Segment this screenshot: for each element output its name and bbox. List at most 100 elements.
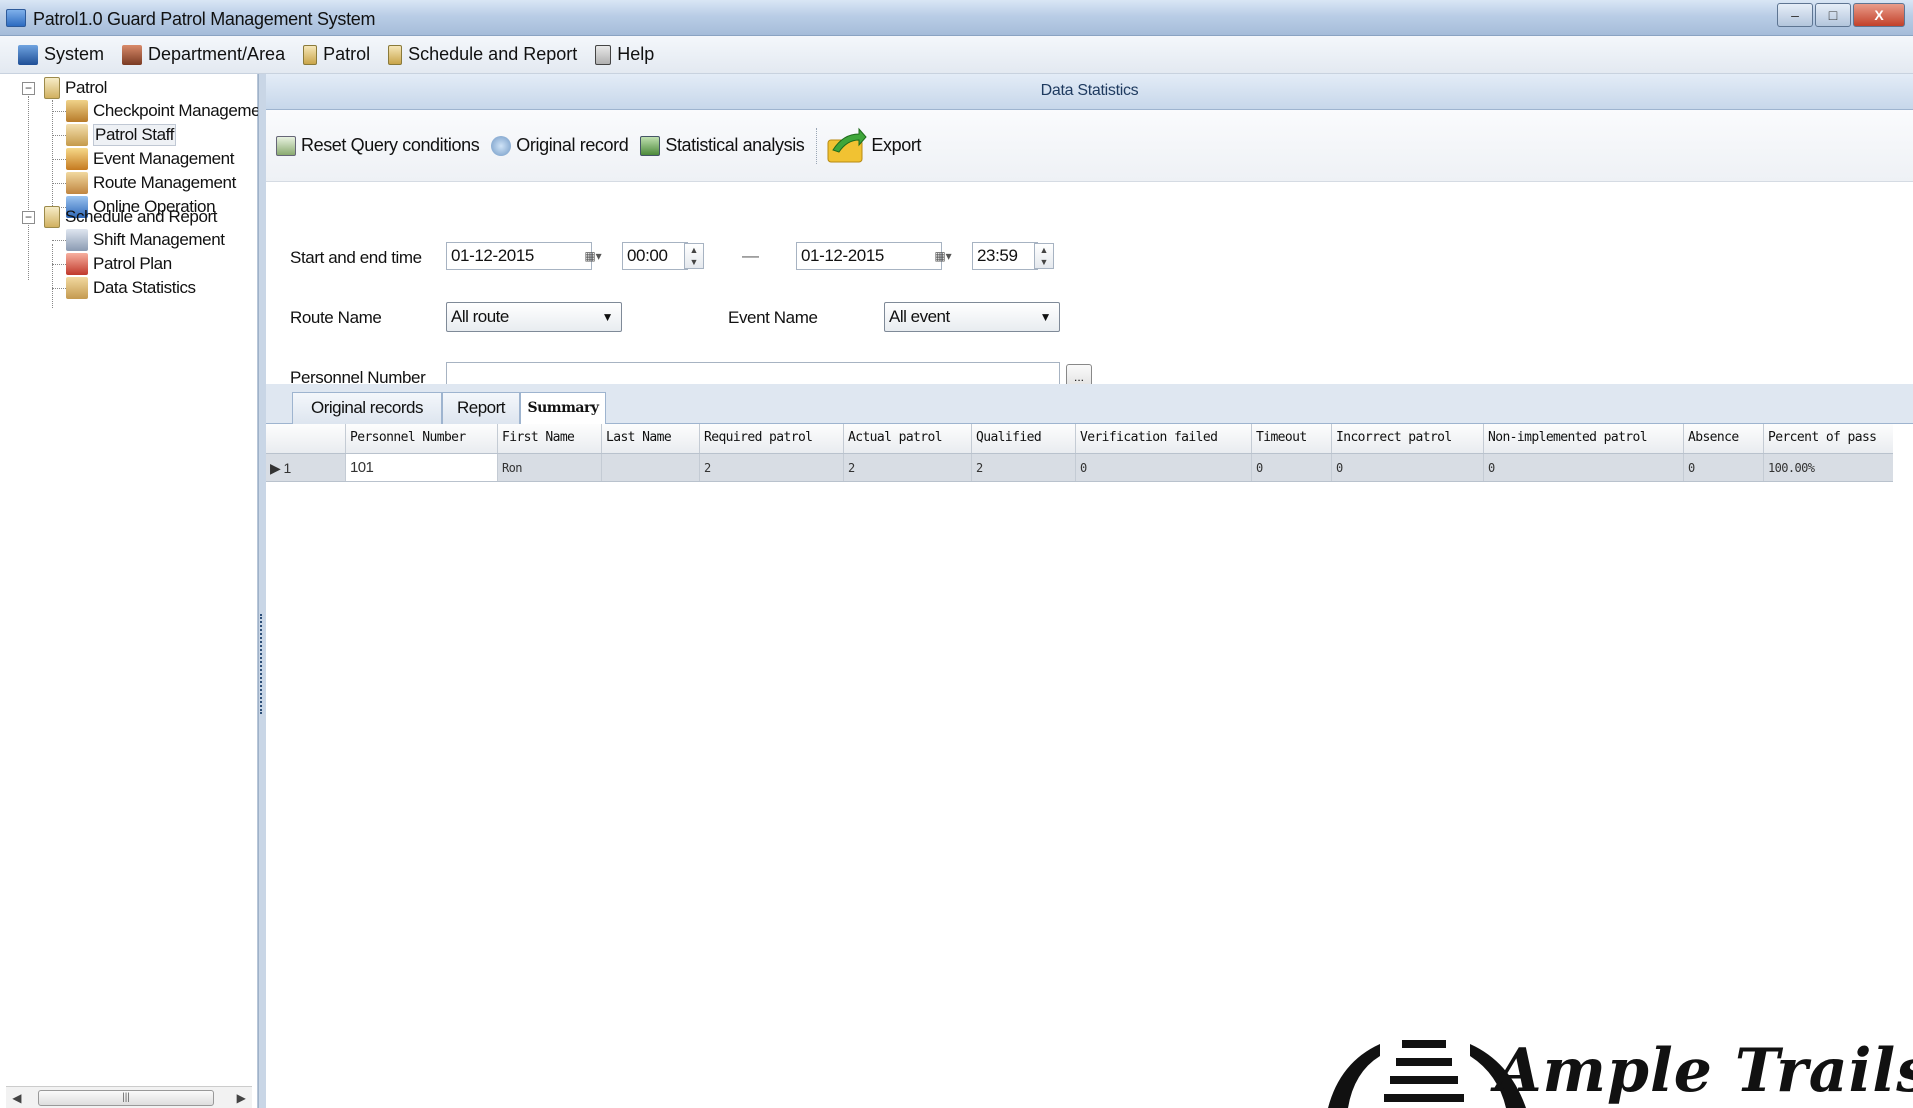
window-title: Patrol1.0 Guard Patrol Management System bbox=[33, 9, 376, 29]
tree-node-patrol[interactable]: Patrol bbox=[44, 77, 107, 99]
start-date-field[interactable]: 01-12-2015 bbox=[446, 242, 592, 270]
end-time-field[interactable]: 23:59 bbox=[972, 242, 1038, 270]
watermark-text: Ample Trails bbox=[1495, 1036, 1913, 1106]
route-name-select[interactable]: All route ▼ bbox=[446, 302, 622, 332]
export-icon bbox=[827, 127, 868, 162]
column-header[interactable]: Timeout bbox=[1252, 424, 1332, 453]
table-header: Personnel Number First Name Last Name Re… bbox=[266, 424, 1893, 454]
table-cell[interactable]: 0 bbox=[1332, 454, 1484, 481]
export-button[interactable]: Export bbox=[825, 126, 921, 166]
minimize-button[interactable]: – bbox=[1777, 3, 1813, 27]
tree-node-patrol-staff[interactable]: Patrol Staff bbox=[66, 124, 176, 146]
column-header[interactable]: Actual patrol bbox=[844, 424, 972, 453]
tree-node-stats-label: Data Statistics bbox=[93, 278, 196, 297]
date-range-separator: — bbox=[742, 246, 759, 265]
tree-node-checkpoint-management[interactable]: Checkpoint Manageme bbox=[66, 100, 261, 122]
statistical-analysis-label: Statistical analysis bbox=[665, 135, 805, 155]
chevron-down-icon: ▼ bbox=[601, 310, 614, 324]
shift-icon bbox=[66, 229, 88, 251]
menu-system[interactable]: System bbox=[18, 44, 104, 65]
column-header[interactable]: Percent of pass bbox=[1764, 424, 1893, 453]
start-time-spinner[interactable]: ▲ ▼ bbox=[684, 243, 704, 269]
app-icon bbox=[6, 9, 26, 27]
table-cell[interactable]: 100.00% bbox=[1764, 454, 1893, 481]
column-header[interactable]: Required patrol bbox=[700, 424, 844, 453]
magnifier-icon bbox=[491, 135, 512, 156]
tab-original-records[interactable]: Original records bbox=[292, 392, 442, 424]
start-time-field[interactable]: 00:00 bbox=[622, 242, 688, 270]
end-calendar-dropdown[interactable]: ▦▾ bbox=[926, 243, 960, 269]
column-header[interactable]: Personnel Number bbox=[346, 424, 498, 453]
column-header[interactable]: Non-implemented patrol bbox=[1484, 424, 1684, 453]
menu-patrol[interactable]: Patrol bbox=[303, 44, 370, 65]
maximize-button[interactable]: □ bbox=[1815, 3, 1851, 27]
tree-node-patrol-label: Patrol bbox=[65, 78, 108, 97]
export-label: Export bbox=[871, 135, 922, 155]
end-date-field[interactable]: 01-12-2015 bbox=[796, 242, 942, 270]
end-time-spinner[interactable]: ▲ ▼ bbox=[1034, 243, 1054, 269]
toolbar: Reset Query conditions Original record S… bbox=[266, 110, 1913, 182]
table-cell[interactable]: 0 bbox=[1684, 454, 1764, 481]
table-cell[interactable]: 0 bbox=[1484, 454, 1684, 481]
table-cell[interactable]: 2 bbox=[972, 454, 1076, 481]
result-tabs: Original records Report Summary bbox=[266, 384, 1913, 425]
tree-node-data-statistics[interactable]: Data Statistics bbox=[66, 277, 196, 299]
tree-horizontal-scrollbar[interactable]: ◀ ||| ▶ bbox=[6, 1086, 252, 1108]
event-name-value: All event bbox=[889, 307, 950, 326]
reset-query-button[interactable]: Reset Query conditions bbox=[276, 135, 480, 156]
checkpoint-icon bbox=[66, 100, 88, 122]
statistical-analysis-button[interactable]: Statistical analysis bbox=[640, 135, 805, 156]
statistics-icon bbox=[66, 277, 88, 299]
panel-splitter[interactable] bbox=[258, 74, 266, 1108]
start-calendar-dropdown[interactable]: ▦▾ bbox=[576, 243, 610, 269]
tree-node-patrol-plan[interactable]: Patrol Plan bbox=[66, 253, 172, 275]
table-cell[interactable]: Ron bbox=[498, 454, 602, 481]
column-header[interactable]: Qualified bbox=[972, 424, 1076, 453]
tree-connector bbox=[52, 264, 66, 265]
schedule-expander[interactable]: − bbox=[22, 211, 35, 224]
table-cell[interactable]: 0 bbox=[1076, 454, 1252, 481]
table-cell[interactable]: 101 bbox=[346, 454, 498, 481]
tree-node-schedule-label: Schedule and Report bbox=[65, 207, 218, 226]
tab-report[interactable]: Report bbox=[442, 392, 520, 424]
table-cell[interactable]: 2 bbox=[844, 454, 972, 481]
tree-connector bbox=[28, 96, 29, 280]
column-header[interactable]: Verification failed bbox=[1076, 424, 1252, 453]
tree-node-shift-management[interactable]: Shift Management bbox=[66, 229, 225, 251]
scroll-thumb[interactable]: ||| bbox=[37, 1089, 215, 1106]
scroll-right-icon[interactable]: ▶ bbox=[230, 1091, 252, 1105]
table-row[interactable]: ▶ 1 101 Ron 2 2 2 0 0 0 0 0 100.00% bbox=[266, 454, 1893, 482]
route-icon bbox=[66, 172, 88, 194]
tree-node-schedule-report[interactable]: Schedule and Report bbox=[44, 206, 218, 228]
route-name-value: All route bbox=[451, 307, 509, 326]
menu-system-label: System bbox=[44, 44, 105, 64]
column-header[interactable]: Last Name bbox=[602, 424, 700, 453]
column-header[interactable]: Absence bbox=[1684, 424, 1764, 453]
column-header[interactable]: Incorrect patrol bbox=[1332, 424, 1484, 453]
menu-help[interactable]: Help bbox=[595, 44, 654, 65]
tree-node-route-label: Route Management bbox=[93, 173, 236, 192]
close-button[interactable]: X bbox=[1853, 3, 1905, 27]
table-cell[interactable] bbox=[602, 454, 700, 481]
original-record-button[interactable]: Original record bbox=[491, 135, 629, 156]
route-name-label: Route Name bbox=[290, 308, 382, 327]
toolbar-separator bbox=[816, 127, 818, 164]
query-form: Start and end time 01-12-2015 ▦▾ 00:00 ▲… bbox=[266, 182, 1913, 394]
column-header[interactable]: First Name bbox=[498, 424, 602, 453]
tree-node-route-management[interactable]: Route Management bbox=[66, 172, 236, 194]
menu-schedule-report-label: Schedule and Report bbox=[408, 44, 578, 64]
menu-department-area[interactable]: Department/Area bbox=[122, 44, 285, 65]
tree-connector bbox=[52, 288, 66, 289]
tab-summary[interactable]: Summary bbox=[520, 392, 606, 425]
event-name-select[interactable]: All event ▼ bbox=[884, 302, 1060, 332]
menu-schedule-report[interactable]: Schedule and Report bbox=[388, 44, 577, 65]
row-index: 1 bbox=[283, 460, 291, 476]
patrol-expander[interactable]: − bbox=[22, 82, 35, 95]
table-cell[interactable]: 0 bbox=[1252, 454, 1332, 481]
splitter-grip[interactable] bbox=[260, 614, 265, 714]
tree-connector bbox=[52, 100, 53, 212]
tree-connector bbox=[52, 111, 66, 112]
scroll-left-icon[interactable]: ◀ bbox=[6, 1091, 28, 1105]
table-cell[interactable]: 2 bbox=[700, 454, 844, 481]
tree-node-event-management[interactable]: Event Management bbox=[66, 148, 234, 170]
